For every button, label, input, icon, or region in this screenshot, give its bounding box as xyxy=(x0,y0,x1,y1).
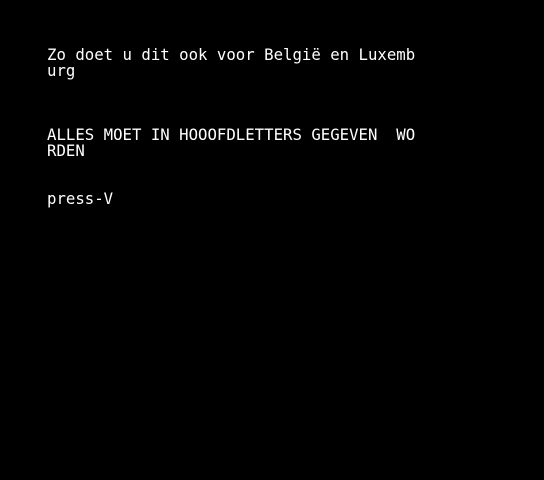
uppercase-notice-line-1: ALLES MOET IN HOOOFDLETTERS GEGEVEN WO xyxy=(47,125,416,144)
uppercase-notice-line-2: RDEN xyxy=(47,141,85,160)
terminal-screen: Zo doet u dit ook voor België en Luxemb … xyxy=(0,0,544,480)
press-key-prompt[interactable]: press-V xyxy=(47,191,113,207)
instruction-line-2: urg xyxy=(47,61,76,80)
instruction-line-1: Zo doet u dit ook voor België en Luxemb xyxy=(47,45,416,64)
